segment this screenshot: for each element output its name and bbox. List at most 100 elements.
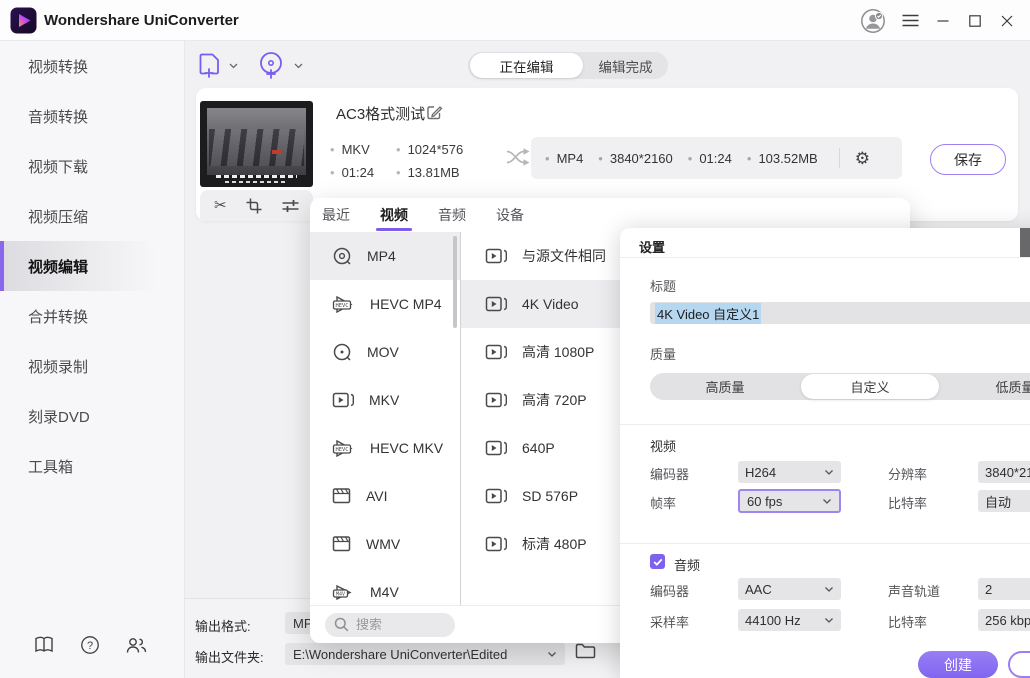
create-button[interactable]: 创建 [918,651,998,678]
trim-scissors-icon[interactable]: ✂ [214,198,227,213]
format-item-mp4[interactable]: MP4 [310,232,460,280]
output-size: 103.52MB [747,151,818,166]
format-item-hevc-mp4[interactable]: HEVC HEVC MP4 [310,280,460,328]
tab-video[interactable]: 视频 [380,198,408,232]
format-item-wmv[interactable]: WMV [310,520,460,568]
add-disc-icon [258,51,286,81]
sidebar-item-burn-dvd[interactable]: 刻录DVD [0,391,184,441]
hevc-icon: HEVC [332,294,356,315]
library-book-icon[interactable] [33,634,55,656]
minimize-icon [937,15,949,27]
minimize-button[interactable] [926,0,960,41]
sidebar-item-screen-record[interactable]: 视频录制 [0,341,184,391]
add-file-button[interactable] [198,52,238,80]
resolution-label: 640P [522,440,555,456]
format-item-mov[interactable]: MOV [310,328,460,376]
audio-encoder-value: AAC [745,582,772,597]
video-resolution-select[interactable]: 3840*2160 [978,461,1030,483]
output-info-chip: MP4 3840*2160 01:24 103.52MB ⚙ [531,137,902,179]
disc-icon [332,342,353,363]
source-format: MKV [330,142,370,157]
tab-editing[interactable]: 正在编辑 [470,53,583,78]
audio-checkbox[interactable] [650,554,665,569]
secondary-button-clipped[interactable] [1008,651,1030,678]
tab-audio[interactable]: 音频 [438,198,466,232]
video-file-icon [332,390,355,410]
tab-recent[interactable]: 最近 [322,198,350,232]
audio-bitrate-select[interactable]: 256 kbps [978,609,1030,631]
add-dvd-button[interactable] [258,51,303,81]
search-box[interactable] [325,613,455,637]
help-icon[interactable]: ? [79,634,101,656]
quality-label: 质量 [650,344,676,363]
tab-device[interactable]: 设备 [496,198,524,232]
sidebar-item-audio-convert[interactable]: 音频转换 [0,91,184,141]
video-file-icon [485,486,508,506]
sidebar-item-toolbox[interactable]: 工具箱 [0,441,184,491]
quality-option-label: 低质量 [995,377,1030,396]
format-item-m4v[interactable]: M4V M4V [310,568,460,605]
clipped-panel-element [1020,228,1030,257]
sidebar-item-label: 视频录制 [28,356,88,377]
search-input[interactable] [356,617,446,632]
rename-edit-icon[interactable] [426,104,443,121]
format-list: MP4 HEVC HEVC MP4 MOV [310,232,461,605]
video-encoder-label: 编码器 [650,464,689,483]
source-duration: 01:24 [330,165,374,180]
sidebar-item-video-edit[interactable]: 视频编辑 [0,241,184,291]
m4v-icon: M4V [332,582,356,603]
output-settings-gear-icon[interactable]: ⚙ [855,150,870,167]
convert-transfer-icon [506,146,532,168]
scrollbar-thumb[interactable] [453,236,457,328]
browse-folder-icon[interactable] [575,642,596,660]
maximize-button[interactable] [958,0,992,41]
tab-label: 最近 [322,205,350,225]
audio-samplerate-label: 采样率 [650,612,689,631]
output-format: MP4 [545,151,583,166]
quality-option-low[interactable]: 低质量 [940,373,1030,400]
audio-section-label: 音频 [674,555,700,574]
video-file-icon [485,294,508,314]
close-button[interactable] [990,0,1024,41]
tab-finished[interactable]: 编辑完成 [585,52,666,79]
format-item-mkv[interactable]: MKV [310,376,460,424]
audio-encoder-select[interactable]: AAC [738,578,841,600]
format-item-avi[interactable]: AVI [310,472,460,520]
output-folder-select[interactable]: E:\Wondershare UniConverter\Edited [285,643,565,665]
check-icon [653,558,663,566]
sidebar-item-label: 合并转换 [28,306,88,327]
video-bitrate-select[interactable]: 自动 [978,490,1030,512]
sidebar-item-merge-convert[interactable]: 合并转换 [0,291,184,341]
audio-channels-select[interactable]: 2 [978,578,1030,600]
svg-text:HEVC: HEVC [336,447,349,453]
sidebar-item-video-download[interactable]: 视频下载 [0,141,184,191]
audio-samplerate-select[interactable]: 44100 Hz [738,609,841,631]
video-framerate-select[interactable]: 60 fps [738,489,841,513]
menu-button[interactable] [893,0,927,41]
resolution-label: 高清 720P [522,390,587,410]
format-item-hevc-mkv[interactable]: HEVC HEVC MKV [310,424,460,472]
save-button[interactable]: 保存 [930,144,1006,175]
quality-segmented-control: 高质量 自定义 低质量 [650,373,1030,400]
sidebar-item-video-convert[interactable]: 视频转换 [0,41,184,91]
video-file-icon [485,342,508,362]
share-users-icon[interactable] [125,634,147,656]
title-input[interactable]: 4K Video 自定义1 [650,302,1030,324]
account-avatar[interactable] [856,0,890,41]
resolution-label: 高清 1080P [522,342,594,362]
quality-option-custom[interactable]: 自定义 [801,374,939,399]
video-encoder-select[interactable]: H264 [738,461,841,483]
tab-label: 视频 [380,205,408,225]
video-file-icon [485,246,508,266]
video-resolution-label: 分辨率 [888,464,927,483]
video-framerate-label: 帧率 [650,493,676,512]
audio-channels-value: 2 [985,582,992,597]
crop-icon[interactable] [246,198,262,214]
quality-option-high[interactable]: 高质量 [650,373,800,400]
video-thumbnail[interactable] [200,101,313,187]
video-resolution-value: 3840*2160 [985,465,1030,480]
sidebar-item-video-compress[interactable]: 视频压缩 [0,191,184,241]
chevron-down-icon [294,63,303,69]
divider [839,148,840,168]
effects-sliders-icon[interactable] [282,199,299,213]
